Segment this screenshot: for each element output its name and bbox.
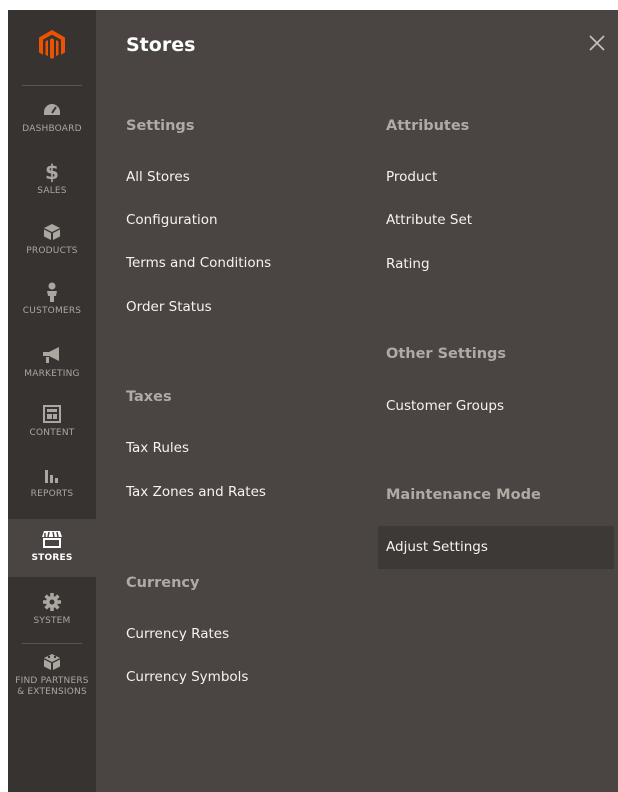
bar-chart-icon [41,465,63,485]
nav-products[interactable]: PRODUCTS [8,222,96,257]
link-currency-rates[interactable]: Currency Rates [126,626,229,642]
nav-label: CUSTOMERS [22,306,82,316]
layout-icon [41,404,63,424]
link-adjust-settings[interactable]: Adjust Settings [386,539,488,555]
link-tax-zones-and-rates[interactable]: Tax Zones and Rates [126,484,266,500]
link-attribute-set[interactable]: Attribute Set [386,212,472,228]
group-title-currency: Currency [126,575,200,591]
nav-marketing[interactable]: MARKETING [8,345,96,380]
system-divider [22,643,82,644]
magento-logo[interactable] [8,10,96,80]
nav-label: PRODUCTS [26,246,78,256]
link-product[interactable]: Product [386,169,437,185]
group-title-attributes: Attributes [386,118,470,134]
nav-sales[interactable]: $ SALES [8,162,96,197]
link-terms-and-conditions[interactable]: Terms and Conditions [126,255,271,271]
nav-label: DASHBOARD [22,124,82,134]
group-title-maintenance-mode: Maintenance Mode [386,487,541,503]
nav-label: MARKETING [24,369,80,379]
nav-dashboard[interactable]: DASHBOARD [8,100,96,135]
group-title-taxes: Taxes [126,389,172,405]
link-all-stores[interactable]: All Stores [126,169,190,185]
admin-frame: DASHBOARD $ SALES PRODUCTS CUSTOMERS MAR… [8,10,618,792]
link-rating[interactable]: Rating [386,256,430,272]
close-icon [589,35,605,51]
storefront-icon [41,529,63,549]
panel-title: Stores [126,34,196,56]
link-tax-rules[interactable]: Tax Rules [126,440,189,456]
sidebar: DASHBOARD $ SALES PRODUCTS CUSTOMERS MAR… [8,10,96,792]
link-configuration[interactable]: Configuration [126,212,218,228]
dashboard-icon [41,100,63,120]
nav-stores[interactable]: STORES [8,519,96,577]
nav-content[interactable]: CONTENT [8,404,96,439]
close-button[interactable] [588,34,606,52]
link-currency-symbols[interactable]: Currency Symbols [126,669,248,685]
nav-label: CONTENT [29,428,75,438]
nav-reports[interactable]: REPORTS [8,465,96,500]
blocks-icon [41,652,63,672]
magento-logo-icon [39,30,65,59]
nav-label: STORES [31,553,73,563]
person-icon [41,282,63,302]
gear-icon [41,592,63,612]
nav-system[interactable]: SYSTEM [8,592,96,627]
nav-label: SALES [37,186,67,196]
group-title-other-settings: Other Settings [386,346,507,362]
dollar-icon: $ [45,160,59,184]
stores-flyout-panel: Stores Settings All Stores Configuration… [96,10,618,792]
logo-divider [22,85,82,86]
nav-label: SYSTEM [33,616,71,626]
nav-find-partners[interactable]: FIND PARTNERS & EXTENSIONS [8,652,96,698]
nav-label: REPORTS [30,489,74,499]
find-partners-line2: & EXTENSIONS [17,687,87,697]
link-customer-groups[interactable]: Customer Groups [386,398,504,414]
group-title-settings: Settings [126,118,195,134]
nav-customers[interactable]: CUSTOMERS [8,282,96,317]
box-icon [41,222,63,242]
link-order-status[interactable]: Order Status [126,299,212,315]
nav-label: FIND PARTNERS & EXTENSIONS [15,676,88,698]
megaphone-icon [41,345,63,365]
find-partners-line1: FIND PARTNERS [15,676,89,686]
